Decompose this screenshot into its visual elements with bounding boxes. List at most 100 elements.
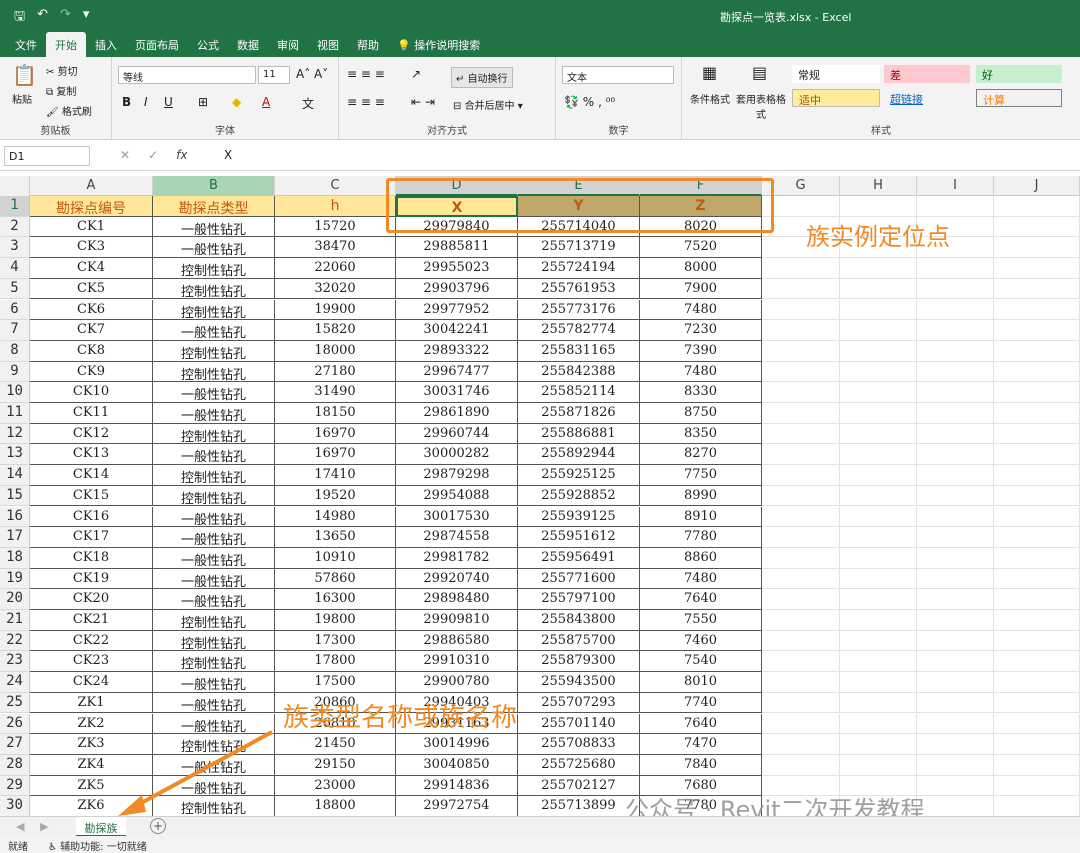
style-calculation[interactable]: 计算	[976, 89, 1062, 107]
empty-cell[interactable]	[994, 216, 1080, 238]
cell[interactable]: 控制性钻孔	[153, 796, 275, 816]
cell[interactable]: 255761953	[518, 278, 640, 300]
cell[interactable]: 29955023	[396, 258, 518, 279]
empty-cell[interactable]	[762, 320, 840, 341]
cell[interactable]: 7640	[640, 589, 762, 610]
align-left-icon[interactable]: ≡ ≡ ≡	[347, 95, 385, 109]
cell[interactable]: 一般性钻孔	[153, 754, 275, 776]
empty-cell[interactable]	[840, 320, 917, 341]
cell[interactable]: 一般性钻孔	[153, 444, 275, 466]
column-header-i[interactable]: I	[917, 176, 994, 196]
row-header[interactable]: 14	[0, 465, 30, 486]
cell[interactable]: 255843800	[518, 610, 640, 631]
empty-cell[interactable]	[917, 630, 994, 652]
column-header-c[interactable]: C	[275, 176, 396, 196]
cell[interactable]: 255928852	[518, 485, 640, 507]
cell[interactable]: 29886580	[396, 630, 518, 652]
sheet-nav-next-icon[interactable]: ▶	[40, 820, 48, 833]
row-header[interactable]: 4	[0, 258, 30, 279]
row-header[interactable]: 11	[0, 403, 30, 424]
empty-cell[interactable]	[994, 630, 1080, 652]
cell[interactable]: 8350	[640, 423, 762, 445]
cell[interactable]: 29898480	[396, 589, 518, 610]
cell[interactable]: 14980	[275, 506, 396, 528]
empty-cell[interactable]	[762, 423, 840, 445]
table-format-icon[interactable]: ▤	[752, 63, 767, 82]
cell[interactable]: 一般性钻孔	[153, 589, 275, 610]
cell[interactable]: 一般性钻孔	[153, 237, 275, 259]
cut-button[interactable]: ✂ 剪切	[46, 63, 78, 78]
cell[interactable]: 17800	[275, 651, 396, 673]
empty-cell[interactable]	[762, 278, 840, 300]
cell[interactable]: 7390	[640, 340, 762, 362]
empty-cell[interactable]	[917, 775, 994, 797]
empty-cell[interactable]	[917, 465, 994, 486]
cell[interactable]: 38470	[275, 237, 396, 259]
cell[interactable]: 7520	[640, 237, 762, 259]
cell[interactable]: CK10	[30, 382, 153, 403]
cell[interactable]: 控制性钻孔	[153, 299, 275, 321]
empty-cell[interactable]	[994, 775, 1080, 797]
empty-cell[interactable]	[917, 299, 994, 321]
tab-tell-me[interactable]: 💡 操作说明搜索	[388, 32, 489, 57]
empty-cell[interactable]	[762, 651, 840, 673]
cell[interactable]: CK1	[30, 216, 153, 238]
conditional-format-button[interactable]: 条件格式	[690, 91, 730, 106]
empty-cell[interactable]	[762, 258, 840, 279]
undo-icon[interactable]: ↶	[37, 7, 48, 29]
row-header[interactable]: 27	[0, 734, 30, 755]
empty-cell[interactable]	[917, 610, 994, 631]
column-header-h[interactable]: H	[840, 176, 917, 196]
tab-home[interactable]: 开始	[46, 32, 86, 57]
cell[interactable]: 一般性钻孔	[153, 672, 275, 693]
cell[interactable]: 255892944	[518, 444, 640, 466]
empty-cell[interactable]	[762, 382, 840, 403]
empty-cell[interactable]	[994, 444, 1080, 466]
cell[interactable]: 32020	[275, 278, 396, 300]
empty-cell[interactable]	[917, 278, 994, 300]
empty-cell[interactable]	[917, 713, 994, 735]
empty-cell[interactable]	[840, 692, 917, 714]
cell[interactable]: 7840	[640, 754, 762, 776]
border-icon[interactable]: ⊞	[198, 95, 208, 109]
cell[interactable]: 29903796	[396, 278, 518, 300]
cell[interactable]: 29909810	[396, 610, 518, 631]
cell[interactable]: 255842388	[518, 361, 640, 383]
tab-file[interactable]: 文件	[6, 32, 46, 57]
empty-cell[interactable]	[840, 713, 917, 735]
empty-cell[interactable]	[994, 610, 1080, 631]
cell[interactable]: 30042241	[396, 320, 518, 341]
row-header[interactable]: 15	[0, 485, 30, 507]
empty-cell[interactable]	[762, 361, 840, 383]
empty-cell[interactable]	[994, 403, 1080, 424]
cell[interactable]: 7230	[640, 320, 762, 341]
row-header[interactable]: 2	[0, 216, 30, 238]
cell[interactable]: 一般性钻孔	[153, 403, 275, 424]
tab-data[interactable]: 数据	[228, 32, 268, 57]
cell[interactable]: 7480	[640, 361, 762, 383]
cell[interactable]: ZK2	[30, 713, 153, 735]
row-header[interactable]: 30	[0, 796, 30, 816]
cell[interactable]: ZK6	[30, 796, 153, 816]
phonetic-icon[interactable]: 文	[302, 95, 314, 112]
cell[interactable]: CK13	[30, 444, 153, 466]
cell[interactable]: 18150	[275, 403, 396, 424]
empty-cell[interactable]	[762, 485, 840, 507]
cell[interactable]: 7480	[640, 568, 762, 590]
cell[interactable]: 255852114	[518, 382, 640, 403]
cell[interactable]: 7740	[640, 692, 762, 714]
cell[interactable]: ZK5	[30, 775, 153, 797]
empty-cell[interactable]	[994, 196, 1080, 217]
cell[interactable]: 255782774	[518, 320, 640, 341]
conditional-format-icon[interactable]: ▦	[702, 63, 717, 82]
empty-cell[interactable]	[994, 423, 1080, 445]
empty-cell[interactable]	[840, 734, 917, 755]
cell[interactable]: 30040850	[396, 754, 518, 776]
cell[interactable]: 一般性钻孔	[153, 547, 275, 569]
empty-cell[interactable]	[917, 485, 994, 507]
empty-cell[interactable]	[840, 610, 917, 631]
cell[interactable]: 29893322	[396, 340, 518, 362]
accessibility-status[interactable]: ♿ 辅助功能: 一切就绪	[48, 838, 147, 853]
cell[interactable]: 15720	[275, 216, 396, 238]
empty-cell[interactable]	[917, 527, 994, 548]
